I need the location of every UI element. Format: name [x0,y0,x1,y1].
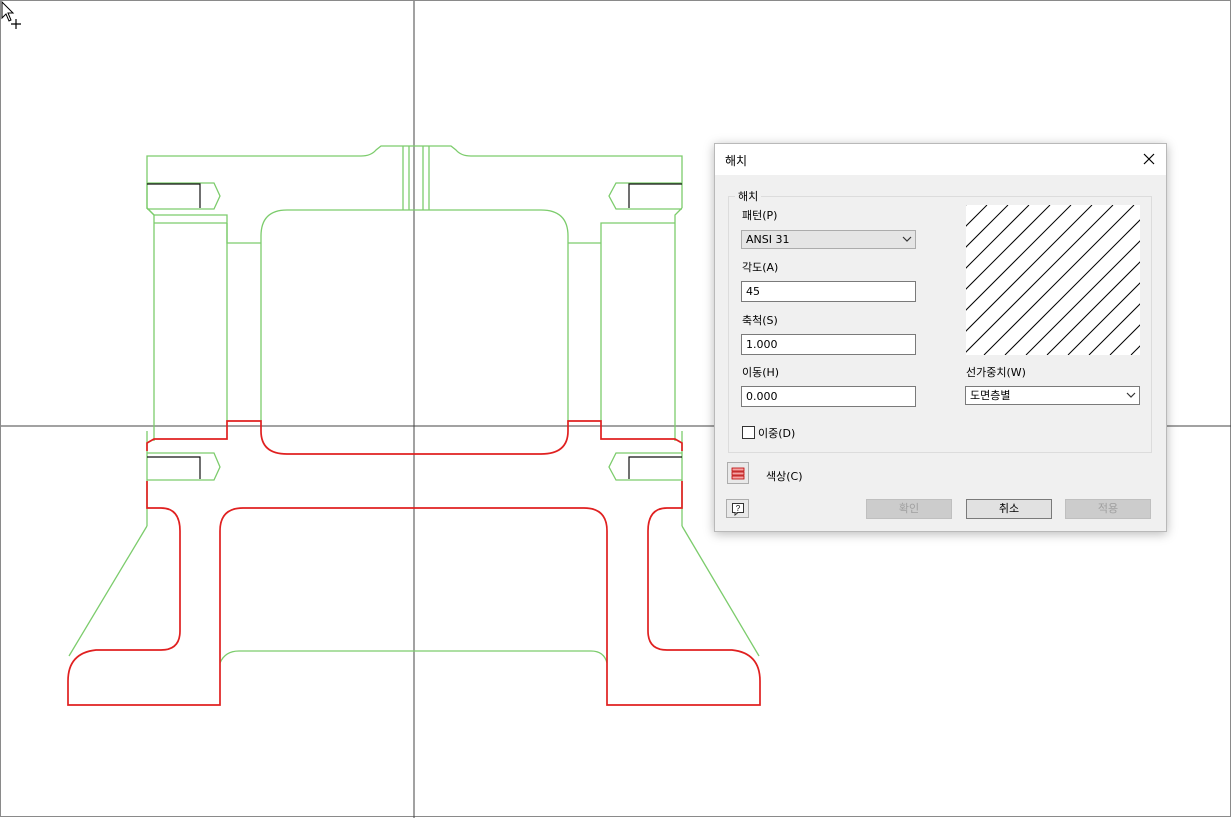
layers-color-icon [731,467,745,480]
chevron-down-icon [902,236,912,242]
pattern-dropdown[interactable]: ANSI 31 [741,230,916,249]
group-label: 해치 [735,188,762,204]
lineweight-label: 선가중치(W) [966,366,1026,379]
svg-text:?: ? [735,504,740,513]
help-button[interactable]: ? [726,499,749,518]
angle-input[interactable]: 45 [741,281,916,302]
shift-input[interactable]: 0.000 [741,386,916,407]
hatch-pattern-image [815,204,1231,356]
hatch-line [920,204,1072,356]
close-icon [1143,153,1155,165]
pattern-value: ANSI 31 [746,233,790,246]
mouse-cursor [1,1,21,29]
shift-label: 이동(H) [742,366,780,379]
hatch-line [1067,204,1219,356]
apply-button[interactable]: 적용 [1065,499,1151,519]
chevron-down-icon [1126,392,1136,398]
hatch-preview [815,204,1231,356]
hatch-dialog: 해치 해치 패턴(P) ANSI 31 각도(A) 45 축척(S) 1.000… [714,143,1231,532]
double-label: 이중(D) [758,427,796,440]
close-button[interactable] [1136,147,1162,171]
lineweight-value: 도면층별 [970,389,1011,402]
dialog-titlebar[interactable]: 해치 [715,144,1166,175]
hatch-line [1046,204,1198,356]
lineweight-dropdown[interactable]: 도면층별 [965,386,1140,405]
angle-label: 각도(A) [742,261,779,274]
ok-button[interactable]: 확인 [866,499,952,519]
hatch-line [857,204,1009,356]
dialog-title: 해치 [725,154,748,168]
hatch-line [1004,204,1156,356]
color-label: 색상(C) [766,470,803,483]
scale-input[interactable]: 1.000 [741,334,916,355]
pattern-label: 패턴(P) [742,209,778,222]
color-button[interactable] [727,462,749,484]
double-checkbox[interactable] [742,426,755,439]
help-icon: ? [731,502,744,516]
hatch-line [1025,204,1177,356]
hatch-line [836,204,988,356]
hatch-line [1109,233,1231,356]
scale-label: 축척(S) [742,314,778,327]
cancel-button[interactable]: 취소 [966,499,1052,519]
